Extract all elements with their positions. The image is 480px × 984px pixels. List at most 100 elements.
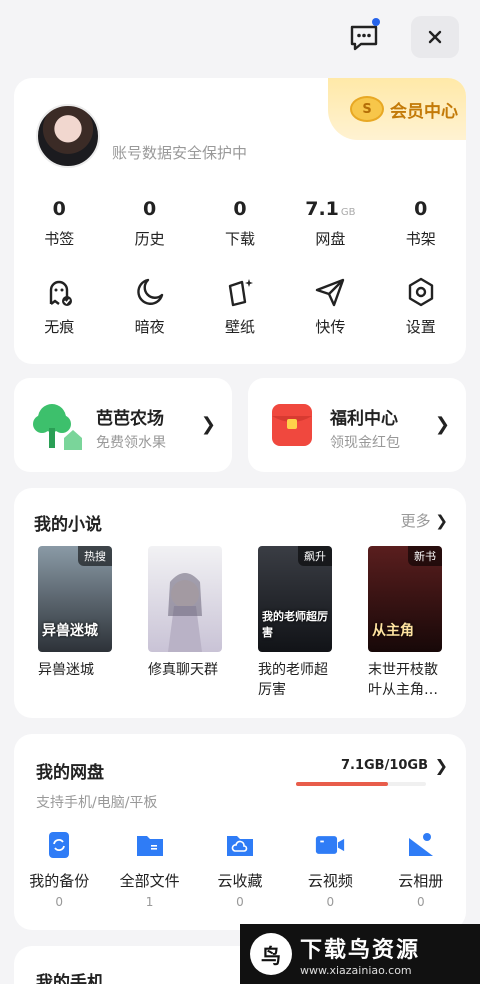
stat-value: 0 <box>142 198 157 220</box>
netdisk-item-cloud-video[interactable]: 云视频 0 <box>285 830 375 909</box>
netdisk-item-backup[interactable]: 我的备份 0 <box>14 830 104 909</box>
tool-label: 暗夜 <box>134 318 165 336</box>
wallpaper-icon <box>228 279 253 307</box>
netdisk-item-count: 1 <box>145 895 154 909</box>
netdisk-item-cloud-favorites[interactable]: 云收藏 0 <box>195 830 285 909</box>
tool-wallpaper[interactable]: 壁纸 <box>195 276 285 337</box>
book-item[interactable]: 新书 从主角 末世开枝散叶从主角… <box>368 546 442 700</box>
netdisk-item-all-files[interactable]: 全部文件 1 <box>104 830 194 909</box>
stat-bookshelf[interactable]: 0 书架 <box>376 196 466 249</box>
netdisk-item-label: 云收藏 <box>217 872 263 890</box>
welfare-title: 福利中心 <box>330 409 398 429</box>
message-icon <box>350 25 378 51</box>
vip-center-label: 会员中心 <box>390 101 458 122</box>
netdisk-item-count: 0 <box>236 895 244 909</box>
stat-label: 书签 <box>44 230 75 248</box>
stat-label: 历史 <box>134 230 165 248</box>
my-phone-title: 我的手机 <box>36 973 104 984</box>
more-label: 更多 <box>400 512 431 530</box>
netdisk-title: 我的网盘 <box>36 763 104 783</box>
netdisk-item-count: 0 <box>55 895 64 909</box>
chevron-right-icon: ❯ <box>200 414 216 435</box>
book-cover: 飙升 我的老师超厉害 <box>258 546 332 652</box>
novels-title: 我的小说 <box>34 515 102 535</box>
tool-label: 壁纸 <box>224 318 255 336</box>
book-cover <box>148 546 222 652</box>
book-tag: 热搜 <box>78 546 112 566</box>
netdisk-item-cloud-album[interactable]: 云相册 0 <box>376 830 466 909</box>
profile-card: S 会员中心 账号数据安全保护中 0 书签 0 历史 0 下载 7.1 GB 网盘… <box>14 78 466 364</box>
cloud-folder-icon <box>226 836 253 856</box>
farm-title: 芭芭农场 <box>96 409 164 429</box>
watermark-url: www.xiazainiao.com <box>300 963 412 977</box>
video-icon <box>316 836 345 854</box>
farm-card[interactable]: 芭芭农场 免费领水果 ❯ <box>14 378 232 472</box>
stat-download[interactable]: 0 下载 <box>195 196 285 249</box>
welfare-subtitle: 领现金红包 <box>330 435 400 451</box>
avatar[interactable] <box>36 104 100 168</box>
settings-icon <box>408 277 433 307</box>
netdisk-item-count: 0 <box>416 895 425 909</box>
netdisk-subtitle: 支持手机/电脑/平板 <box>36 795 158 811</box>
tools-row: 无痕 暗夜 壁纸 快传 设置 <box>14 276 466 337</box>
watermark-logo: 鸟 <box>250 933 292 975</box>
netdisk-item-label: 云视频 <box>307 872 353 890</box>
farm-subtitle: 免费领水果 <box>96 435 166 451</box>
tool-label: 设置 <box>405 318 436 336</box>
notification-dot <box>372 18 380 26</box>
backup-icon <box>49 832 70 858</box>
stat-value: 0 <box>52 198 66 220</box>
message-button[interactable] <box>344 18 384 58</box>
book-item[interactable]: 飙升 我的老师超厉害 我的老师超厉害 <box>258 546 332 700</box>
book-name: 末世开枝散叶从主角… <box>368 662 438 698</box>
book-name: 修真聊天群 <box>148 662 218 678</box>
stats-row: 0 书签 0 历史 0 下载 7.1 GB 网盘 0 书架 <box>14 196 466 249</box>
book-name: 我的老师超厉害 <box>258 662 328 698</box>
close-icon <box>428 30 442 44</box>
book-list: 热搜 异兽迷城 异兽迷城 修真聊天群 飙升 我的老师超厉害 我的老师超厉害 新书… <box>38 546 442 700</box>
book-item[interactable]: 热搜 异兽迷城 异兽迷城 <box>38 546 112 700</box>
book-name: 异兽迷城 <box>38 662 94 678</box>
stat-netdisk[interactable]: 7.1 GB 网盘 <box>285 196 375 249</box>
netdisk-item-count: 0 <box>326 895 335 909</box>
chevron-right-icon[interactable]: ❯ <box>435 756 448 775</box>
stat-value: 7.1 <box>305 198 339 220</box>
book-tag: 新书 <box>408 546 442 566</box>
novels-more-link[interactable]: 更多 ❯ <box>401 510 448 531</box>
close-button[interactable] <box>411 16 459 58</box>
watermark-text: 下载鸟资源 www.xiazainiao.com <box>300 932 420 977</box>
book-cover: 新书 从主角 <box>368 546 442 652</box>
tool-label: 快传 <box>315 318 346 336</box>
vip-coin-icon: S <box>350 96 384 122</box>
storage-progress-fill <box>296 782 389 786</box>
netdisk-item-label: 全部文件 <box>119 872 180 890</box>
stat-history[interactable]: 0 历史 <box>104 196 194 249</box>
stat-value: 0 <box>414 198 428 220</box>
moon-icon <box>136 278 163 305</box>
tool-settings[interactable]: 设置 <box>376 276 466 337</box>
stat-label: 书架 <box>405 230 436 248</box>
netdisk-usage: 7.1GB/10GB <box>340 758 428 773</box>
cover-title: 我的老师超厉害 <box>262 610 328 639</box>
cover-title: 异兽迷城 <box>42 623 98 639</box>
stat-bookmark[interactable]: 0 书签 <box>14 196 104 249</box>
welfare-card[interactable]: 福利中心 领现金红包 ❯ <box>248 378 466 472</box>
netdisk-items: 我的备份 0 全部文件 1 云收藏 0 云视频 0 云相册 0 <box>14 830 466 909</box>
stat-label: 网盘 <box>315 230 346 248</box>
stat-label: 下载 <box>224 230 255 248</box>
chevron-right-icon: ❯ <box>434 414 450 435</box>
send-icon <box>316 278 345 307</box>
vip-center-button[interactable]: S 会员中心 <box>328 78 466 140</box>
tool-label: 无痕 <box>44 318 75 336</box>
book-cover-art <box>168 573 202 652</box>
tool-quick-send[interactable]: 快传 <box>285 276 375 337</box>
tool-incognito[interactable]: 无痕 <box>14 276 104 337</box>
tool-night[interactable]: 暗夜 <box>104 276 194 337</box>
my-netdisk-card[interactable]: 我的网盘 支持手机/电脑/平板 7.1GB/10GB ❯ 我的备份 0 全部文件… <box>14 734 466 930</box>
my-novels-card: 我的小说 更多 ❯ 热搜 异兽迷城 异兽迷城 修真聊天群 飙升 我的老师超厉害 <box>14 488 466 718</box>
watermark: 鸟 下载鸟资源 www.xiazainiao.com <box>240 924 480 984</box>
book-item[interactable]: 修真聊天群 <box>148 546 222 700</box>
netdisk-item-label: 云相册 <box>398 872 444 890</box>
top-bar <box>0 16 480 60</box>
folder-icon <box>136 836 163 856</box>
